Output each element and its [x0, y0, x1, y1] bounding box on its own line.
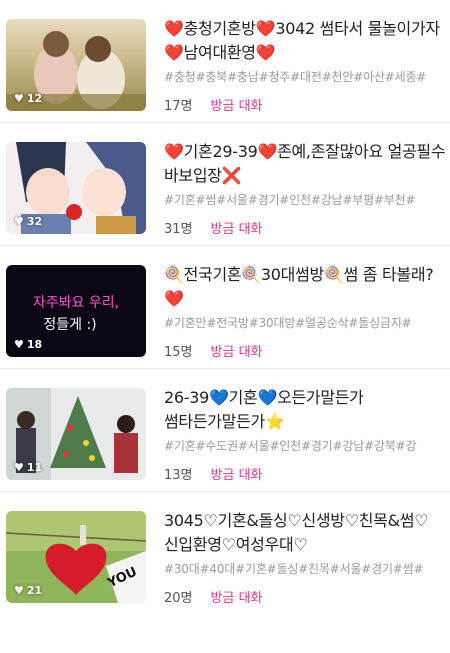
heart-icon: ♥	[14, 92, 24, 105]
room-meta: 17명 방금 대화	[164, 95, 263, 114]
chat-room-item[interactable]: ♥ 32 ❤️기혼29-39❤️존예,존잘많아요 얼공필수 바보입장❌ #기혼#…	[0, 123, 450, 246]
chat-room-list: ♥ 12 ❤️충청기혼방❤️3042 썸타서 물놀이가자❤️남여대환영❤️ #충…	[0, 0, 450, 614]
heart-icon: ♥	[14, 461, 24, 474]
room-tags: #기혼#썸#서울#경기#인천#강남#부평#부천#	[164, 193, 416, 207]
neon-text-line1: 자주봐요 우리,	[33, 295, 119, 311]
room-thumbnail[interactable]: ♥ 32	[6, 142, 146, 234]
room-title[interactable]: 3045♡기혼&돌싱♡신생방♡친목&썸♡신입환영♡여성우대♡	[164, 509, 446, 557]
room-title[interactable]: ❤️기혼29-39❤️존예,존잘많아요 얼공필수 바보입장❌	[164, 140, 446, 188]
member-count: 20명	[164, 591, 193, 606]
like-count: ♥ 18	[14, 338, 43, 351]
member-count: 31명	[164, 222, 193, 237]
room-meta: 31명 방금 대화	[164, 218, 263, 237]
activity-status: 방금 대화	[210, 468, 263, 483]
member-count: 13명	[164, 468, 193, 483]
room-meta: 15명 방금 대화	[164, 341, 263, 360]
room-tags: #기혼만#전국방#30대방#얼공순삭#돌싱금지#	[164, 316, 412, 330]
like-count: ♥ 12	[14, 92, 43, 105]
activity-status: 방금 대화	[210, 99, 263, 114]
activity-status: 방금 대화	[210, 222, 263, 237]
room-thumbnail[interactable]: 자주봐요 우리, 정들게 :) ♥ 18	[6, 265, 146, 357]
like-count: ♥ 11	[14, 461, 43, 474]
chat-room-item[interactable]: ♥ 12 ❤️충청기혼방❤️3042 썸타서 물놀이가자❤️남여대환영❤️ #충…	[0, 0, 450, 123]
chat-room-item[interactable]: YOU ♥ 21 3045♡기혼&돌싱♡신생방♡친목&썸♡신입환영♡여성우대♡ …	[0, 492, 450, 614]
room-title[interactable]: ❤️충청기혼방❤️3042 썸타서 물놀이가자❤️남여대환영❤️	[164, 17, 446, 65]
heart-icon: ♥	[14, 338, 24, 351]
room-title[interactable]: 🍭전국기혼🍭30대썸방🍭썸 좀 타볼래?❤️	[164, 263, 446, 311]
room-tags: #기혼#수도권#서울#인천#경기#강남#강북#강	[164, 439, 417, 453]
activity-status: 방금 대화	[210, 345, 263, 360]
like-count: ♥ 21	[14, 584, 43, 597]
room-thumbnail[interactable]: ♥ 11	[6, 388, 146, 480]
heart-icon: ♥	[14, 215, 24, 228]
room-thumbnail[interactable]: ♥ 12	[6, 19, 146, 111]
room-meta: 20명 방금 대화	[164, 587, 263, 606]
room-meta: 13명 방금 대화	[164, 464, 263, 483]
room-thumbnail[interactable]: YOU ♥ 21	[6, 511, 146, 603]
chat-room-item[interactable]: 자주봐요 우리, 정들게 :) ♥ 18 🍭전국기혼🍭30대썸방🍭썸 좀 타볼래…	[0, 246, 450, 369]
room-title[interactable]: 26-39💙기혼💙오든가말든가 썸타든가말든가⭐	[164, 386, 446, 434]
activity-status: 방금 대화	[210, 591, 263, 606]
member-count: 15명	[164, 345, 193, 360]
chat-room-item[interactable]: ♥ 11 26-39💙기혼💙오든가말든가 썸타든가말든가⭐ #기혼#수도권#서울…	[0, 369, 450, 492]
like-count: ♥ 32	[14, 215, 43, 228]
room-tags: #30대#40대#기혼#돌싱#친목#서울#경기#썸#	[164, 562, 424, 576]
member-count: 17명	[164, 99, 193, 114]
heart-icon: ♥	[14, 584, 24, 597]
neon-text-line2: 정들게 :)	[43, 317, 96, 333]
room-tags: #충청#충북#충남#청주#대전#천안#아산#세종#	[164, 70, 427, 84]
